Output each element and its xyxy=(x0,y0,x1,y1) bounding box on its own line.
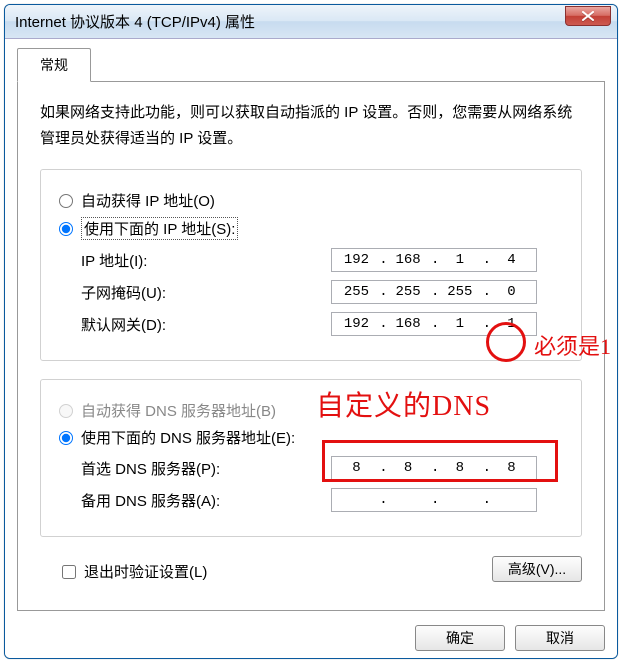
subnet-octet-3[interactable]: 255 xyxy=(442,284,478,300)
cancel-button[interactable]: 取消 xyxy=(515,625,605,651)
validate-row[interactable]: 退出时验证设置(L) xyxy=(40,561,207,582)
auto-dns-radio xyxy=(59,404,73,418)
auto-ip-row[interactable]: 自动获得 IP 地址(O) xyxy=(59,190,563,211)
gateway-octet-3[interactable]: 1 xyxy=(442,316,478,332)
subnet-row: 子网掩码(U): 255. 255. 255. 0 xyxy=(59,280,563,304)
primary-dns-row: 首选 DNS 服务器(P): 8. 8. 8. 8 xyxy=(59,456,563,480)
gateway-input[interactable]: 192. 168. 1. 1 xyxy=(331,312,537,336)
ip-octet-3[interactable]: 1 xyxy=(442,252,478,268)
ok-button[interactable]: 确定 xyxy=(415,625,505,651)
alt-dns-input[interactable]: . . . xyxy=(331,488,537,512)
gateway-octet-2[interactable]: 168 xyxy=(390,316,426,332)
ip-octet-2[interactable]: 168 xyxy=(390,252,426,268)
alt-dns-row: 备用 DNS 服务器(A): . . . xyxy=(59,488,563,512)
ip-octet-4[interactable]: 4 xyxy=(493,252,529,268)
gateway-label: 默认网关(D): xyxy=(81,314,331,335)
description-text: 如果网络支持此功能，则可以获取自动指派的 IP 设置。否则，您需要从网络系统管理… xyxy=(40,100,582,151)
gateway-octet-1[interactable]: 192 xyxy=(338,316,374,332)
close-button[interactable] xyxy=(565,6,611,26)
pdns-octet-1[interactable]: 8 xyxy=(338,460,374,476)
ip-address-row: IP 地址(I): 192. 168. 1. 4 xyxy=(59,248,563,272)
footer-buttons: 确定 取消 xyxy=(17,625,605,651)
subnet-input[interactable]: 255. 255. 255. 0 xyxy=(331,280,537,304)
window-title: Internet 协议版本 4 (TCP/IPv4) 属性 xyxy=(15,11,255,32)
ip-address-input[interactable]: 192. 168. 1. 4 xyxy=(331,248,537,272)
auto-ip-radio[interactable] xyxy=(59,194,73,208)
auto-dns-label: 自动获得 DNS 服务器地址(B) xyxy=(81,400,276,421)
ip-octet-1[interactable]: 192 xyxy=(338,252,374,268)
primary-dns-label: 首选 DNS 服务器(P): xyxy=(81,458,331,479)
manual-dns-row[interactable]: 使用下面的 DNS 服务器地址(E): xyxy=(59,427,563,448)
gateway-octet-4[interactable]: 1 xyxy=(493,316,529,332)
auto-dns-row: 自动获得 DNS 服务器地址(B) xyxy=(59,400,563,421)
subnet-octet-2[interactable]: 255 xyxy=(390,284,426,300)
manual-ip-radio[interactable] xyxy=(59,222,73,236)
dns-group: 自动获得 DNS 服务器地址(B) 使用下面的 DNS 服务器地址(E): 首选… xyxy=(40,379,582,537)
close-icon xyxy=(582,11,594,21)
titlebar: Internet 协议版本 4 (TCP/IPv4) 属性 xyxy=(5,5,617,39)
subnet-octet-4[interactable]: 0 xyxy=(493,284,529,300)
client-area: 常规 如果网络支持此功能，则可以获取自动指派的 IP 设置。否则，您需要从网络系… xyxy=(5,39,617,658)
validate-label: 退出时验证设置(L) xyxy=(84,561,207,582)
ip-address-label: IP 地址(I): xyxy=(81,250,331,271)
manual-dns-label: 使用下面的 DNS 服务器地址(E): xyxy=(81,427,295,448)
pdns-octet-3[interactable]: 8 xyxy=(442,460,478,476)
pdns-octet-4[interactable]: 8 xyxy=(493,460,529,476)
manual-ip-row[interactable]: 使用下面的 IP 地址(S): xyxy=(59,217,563,240)
tab-header: 常规 xyxy=(17,48,605,82)
subnet-octet-1[interactable]: 255 xyxy=(338,284,374,300)
subnet-label: 子网掩码(U): xyxy=(81,282,331,303)
gateway-row: 默认网关(D): 192. 168. 1. 1 xyxy=(59,312,563,336)
advanced-button[interactable]: 高级(V)... xyxy=(492,556,582,582)
pdns-octet-2[interactable]: 8 xyxy=(390,460,426,476)
properties-dialog: Internet 协议版本 4 (TCP/IPv4) 属性 常规 如果网络支持此… xyxy=(4,4,618,659)
ip-group: 自动获得 IP 地址(O) 使用下面的 IP 地址(S): IP 地址(I): … xyxy=(40,169,582,361)
alt-dns-label: 备用 DNS 服务器(A): xyxy=(81,490,331,511)
manual-dns-radio[interactable] xyxy=(59,431,73,445)
auto-ip-label: 自动获得 IP 地址(O) xyxy=(81,190,215,211)
tab-general[interactable]: 常规 xyxy=(17,48,91,82)
validate-checkbox[interactable] xyxy=(62,565,76,579)
tab-content: 如果网络支持此功能，则可以获取自动指派的 IP 设置。否则，您需要从网络系统管理… xyxy=(17,81,605,611)
primary-dns-input[interactable]: 8. 8. 8. 8 xyxy=(331,456,537,480)
manual-ip-label: 使用下面的 IP 地址(S): xyxy=(81,217,238,240)
